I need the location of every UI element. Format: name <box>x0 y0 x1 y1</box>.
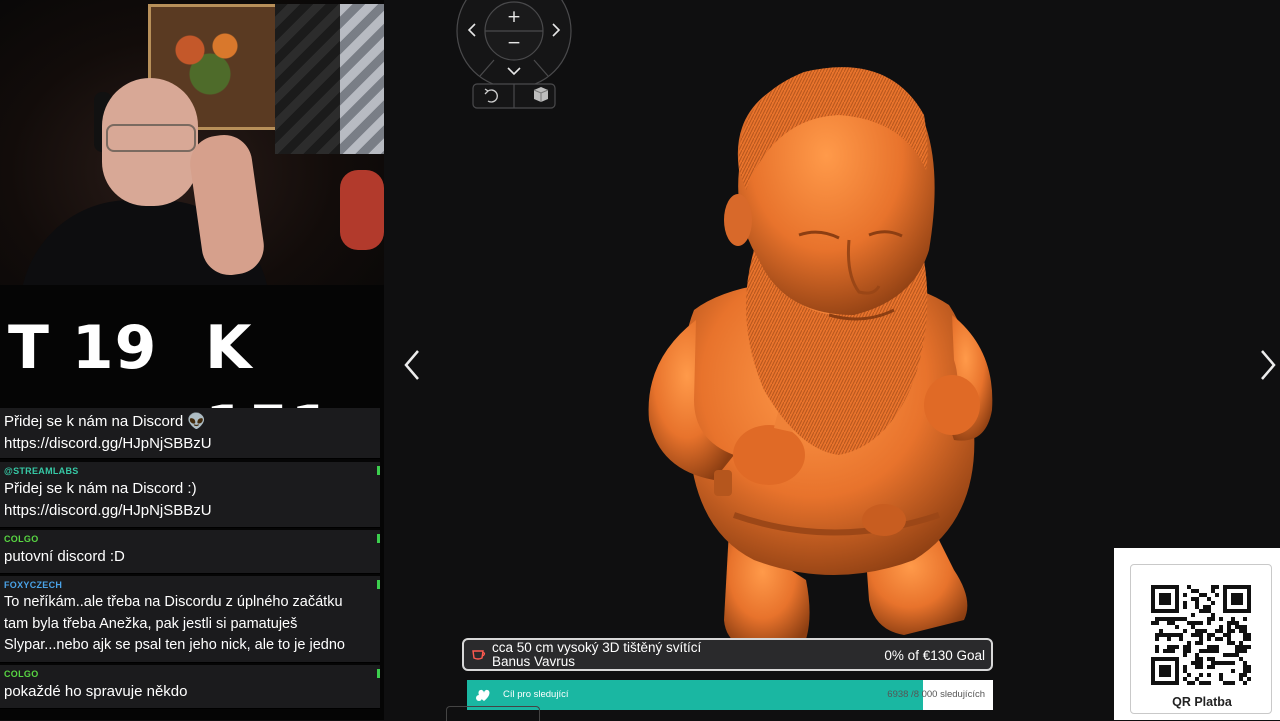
webcam-acoustic-panel-light <box>340 4 384 154</box>
chat-badge <box>377 669 380 678</box>
chevron-left-icon[interactable] <box>398 345 428 385</box>
orbit-control[interactable]: + − <box>455 0 573 110</box>
chat-feed: Přidej se k nám na Discord 👽 https://dis… <box>0 408 384 720</box>
goal-title: cca 50 cm vysoký 3D tištěný svítící Banu… <box>492 640 702 669</box>
chevron-right-icon[interactable] <box>1252 345 1280 385</box>
chat-badge <box>377 580 380 589</box>
webcam-plush-toy <box>340 170 384 250</box>
qr-code <box>1151 585 1251 685</box>
webcam-feed <box>0 0 384 285</box>
follower-goal: Cíl pro sledující 6938 /8 000 sledujícíc… <box>467 680 993 710</box>
chat-message-text: pokaždé ho spravuje někdo <box>4 683 188 700</box>
qr-payment-card: QR Platba <box>1114 548 1280 720</box>
chat-message: @STREAMLABS Přidej se k nám na Discord :… <box>0 462 380 528</box>
follower-goal-count: 6938 /8 000 sledujících <box>887 689 985 700</box>
cube-view-icon[interactable] <box>533 87 549 102</box>
zoom-in-button[interactable]: + <box>507 7 521 27</box>
chat-username: COLGO <box>4 669 39 679</box>
chat-username: FOXYCZECH <box>4 580 63 590</box>
bottom-toolbar-fragment <box>446 706 540 721</box>
zoom-out-button[interactable]: − <box>507 33 521 53</box>
chat-message: COLGO pokaždé ho spravuje někdo <box>0 665 380 709</box>
chat-message-text: Přidej se k nám na Discord 👽 https://dis… <box>4 413 212 452</box>
score-counter: T 19 K 151 <box>0 300 384 463</box>
chat-message: Přidej se k nám na Discord 👽 https://dis… <box>0 408 380 459</box>
chat-message-text: Přidej se k nám na Discord :) https://di… <box>4 480 212 519</box>
chat-badge <box>377 534 380 543</box>
chat-message-text: putovní discord :D <box>4 548 125 565</box>
follower-goal-label: Cíl pro sledující <box>503 689 569 700</box>
counter-t: T 19 <box>8 313 158 383</box>
qr-frame: QR Platba <box>1130 564 1272 714</box>
chat-message: COLGO putovní discord :D <box>0 530 380 574</box>
3d-model-figure[interactable] <box>634 60 1014 680</box>
chat-badge <box>377 466 380 475</box>
qr-label: QR Platba <box>1172 695 1232 709</box>
heart-hands-icon <box>476 689 490 701</box>
cup-icon <box>472 650 486 660</box>
goal-amount: 0% of €130 Goal <box>884 648 985 663</box>
donation-goal: cca 50 cm vysoký 3D tištěný svítící Banu… <box>462 638 993 671</box>
left-column: T 19 K 151 Přidej se k nám na Discord 👽 … <box>0 0 384 720</box>
chat-message: FOXYCZECH To neříkám..ale třeba na Disco… <box>0 576 380 663</box>
webcam-glasses <box>106 124 196 152</box>
chat-username: @STREAMLABS <box>4 466 79 476</box>
chat-message-text: To neříkám..ale třeba na Discordu z úpln… <box>4 594 345 653</box>
chat-username: COLGO <box>4 534 39 544</box>
